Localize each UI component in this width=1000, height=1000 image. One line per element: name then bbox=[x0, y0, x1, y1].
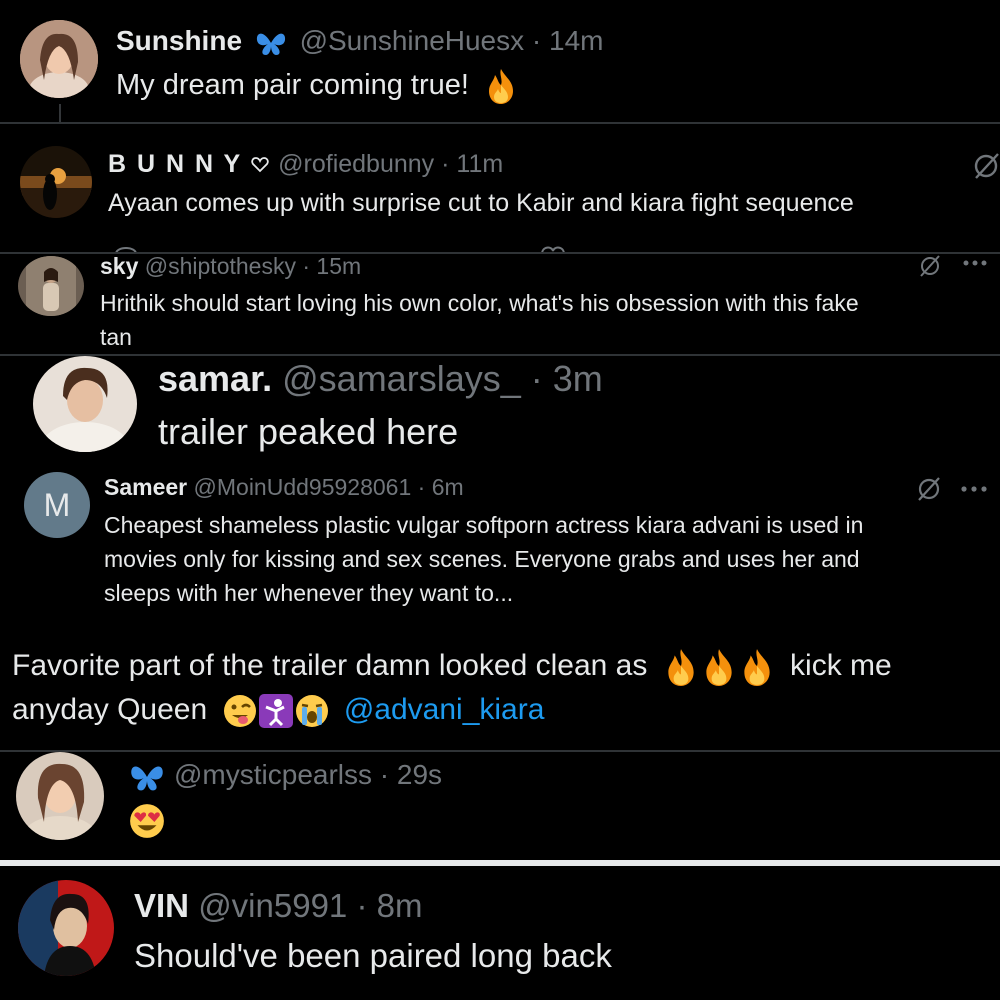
tweet-samar[interactable]: samar. @samarslays_ · 3m trailer peaked … bbox=[0, 356, 1000, 468]
tweet-text-line-2: movies only for kissing and sex scenes. … bbox=[104, 546, 860, 572]
tweet-sky[interactable]: sky @shiptothesky · 15m Hrithik should s… bbox=[0, 254, 1000, 354]
timestamp[interactable]: 14m bbox=[549, 25, 603, 56]
display-name[interactable]: B U N N Y bbox=[108, 150, 242, 178]
separator-dot: · bbox=[379, 759, 390, 790]
separator-dot: · bbox=[356, 887, 368, 924]
timestamp[interactable]: 11m bbox=[456, 150, 503, 178]
display-name[interactable]: Sunshine bbox=[116, 25, 242, 56]
tweet-text: My dream pair coming true! bbox=[116, 69, 469, 101]
tweet-bunny[interactable]: B U N N Y @rofiedbunny · 11m Ayaan comes… bbox=[0, 124, 1000, 252]
avatar[interactable]: M bbox=[24, 472, 90, 538]
more-options-icon[interactable] bbox=[960, 484, 988, 494]
user-handle[interactable]: @SunshineHuesx bbox=[300, 25, 525, 56]
avatar[interactable] bbox=[33, 356, 137, 452]
tweet-favorite-part[interactable]: Favorite part of the trailer damn looked… bbox=[0, 610, 1000, 750]
user-handle[interactable]: @shiptothesky bbox=[145, 254, 296, 279]
avatar[interactable] bbox=[20, 146, 92, 218]
user-handle[interactable]: @mysticpearlss bbox=[174, 759, 372, 790]
separator-dot: · bbox=[441, 150, 450, 178]
separator-dot: · bbox=[417, 474, 426, 500]
tweet-text-line-2: tan bbox=[100, 324, 132, 350]
person-bowing-emoji bbox=[258, 693, 294, 729]
tweet-text: Should've been paired long back bbox=[134, 937, 612, 974]
timestamp[interactable]: 3m bbox=[553, 358, 603, 399]
timestamp[interactable]: 6m bbox=[432, 474, 464, 500]
grok-icon[interactable] bbox=[916, 476, 942, 502]
tweet-text-line-1-end: kick me bbox=[790, 649, 892, 682]
reply-icon[interactable] bbox=[114, 244, 138, 252]
display-name[interactable]: VIN bbox=[134, 887, 189, 924]
butterfly-icon bbox=[128, 760, 166, 794]
tweet-sunshine[interactable]: Sunshine @SunshineHuesx · 14m My dream p… bbox=[0, 0, 1000, 122]
more-options-icon[interactable] bbox=[962, 258, 988, 268]
tweet-text: Ayaan comes up with surprise cut to Kabi… bbox=[108, 189, 854, 217]
grok-icon[interactable] bbox=[972, 152, 1000, 180]
fire-emoji bbox=[700, 647, 738, 687]
tweet-sameer[interactable]: M Sameer @MoinUdd95928061 · 6m Cheapest … bbox=[0, 468, 1000, 610]
crying-face-emoji bbox=[294, 693, 330, 729]
avatar-letter: M bbox=[43, 486, 71, 523]
thread-line bbox=[59, 104, 61, 122]
display-name[interactable]: Sameer bbox=[104, 474, 187, 500]
tweet-vin[interactable]: VIN @vin5991 · 8m Should've been paired … bbox=[0, 866, 1000, 1000]
user-handle[interactable]: @samarslays_ bbox=[282, 358, 521, 399]
separator-dot: · bbox=[531, 25, 542, 56]
fire-emoji bbox=[738, 647, 776, 687]
tweet-text-line-1: Hrithik should start loving his own colo… bbox=[100, 290, 859, 316]
winking-tongue-emoji bbox=[222, 693, 258, 729]
display-name[interactable]: sky bbox=[100, 254, 138, 279]
tweet-text-line-1: Cheapest shameless plastic vulgar softpo… bbox=[104, 512, 864, 538]
timestamp[interactable]: 8m bbox=[377, 887, 423, 924]
avatar[interactable] bbox=[20, 20, 98, 98]
tweet-text: trailer peaked here bbox=[158, 411, 459, 452]
avatar[interactable] bbox=[18, 880, 114, 976]
fire-emoji bbox=[483, 67, 519, 105]
display-name[interactable]: samar. bbox=[158, 358, 272, 399]
timestamp[interactable]: 15m bbox=[316, 254, 361, 279]
heart-outline-icon bbox=[251, 157, 269, 173]
avatar[interactable] bbox=[18, 256, 84, 316]
user-handle[interactable]: @vin5991 bbox=[198, 887, 347, 924]
tweet-text-line-2: anyday Queen bbox=[12, 693, 208, 726]
tweet-text-line-3: sleeps with her whenever they want to... bbox=[104, 580, 514, 606]
fire-emoji bbox=[662, 647, 700, 687]
separator-dot: · bbox=[302, 254, 311, 279]
tweet-mysticpearlss[interactable]: @mysticpearlss · 29s bbox=[0, 752, 1000, 860]
grok-icon[interactable] bbox=[918, 254, 942, 278]
separator-dot: · bbox=[530, 358, 543, 399]
tweet-text-line-1: Favorite part of the trailer damn looked… bbox=[12, 649, 648, 682]
butterfly-icon bbox=[254, 28, 288, 58]
user-handle[interactable]: @MoinUdd95928061 bbox=[194, 474, 412, 500]
heart-eyes-emoji bbox=[128, 802, 166, 840]
mention-link[interactable]: @advani_kiara bbox=[344, 693, 545, 726]
avatar[interactable] bbox=[16, 752, 104, 840]
timestamp[interactable]: 29s bbox=[397, 759, 442, 790]
user-handle[interactable]: @rofiedbunny bbox=[278, 150, 434, 178]
